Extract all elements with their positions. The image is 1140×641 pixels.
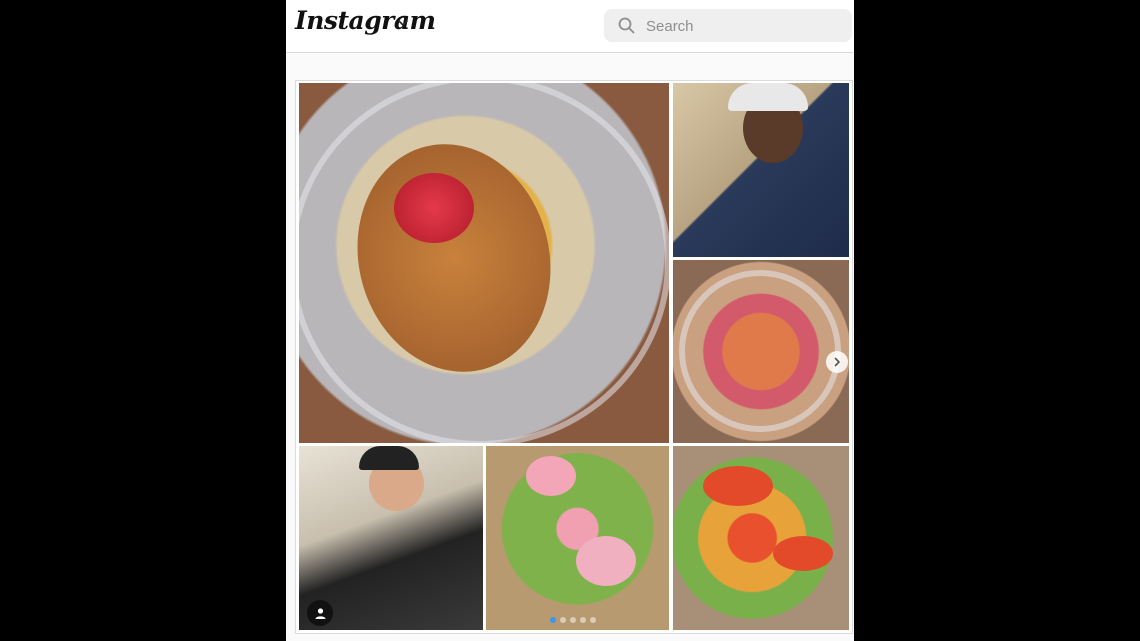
carousel-dot xyxy=(550,617,556,623)
cap-shape xyxy=(359,446,419,470)
smiling-chef-photo xyxy=(673,83,849,257)
search-input[interactable] xyxy=(644,9,848,44)
fried-soft-shell-crab-photo xyxy=(299,83,669,443)
chevron-right-icon xyxy=(834,357,840,367)
chevron-down-icon[interactable] xyxy=(396,16,410,30)
radish-slice-shape xyxy=(576,536,636,586)
cap-shape xyxy=(728,83,808,111)
carousel-dot xyxy=(570,617,576,623)
plate-rim xyxy=(679,270,841,432)
post-carousel[interactable] xyxy=(295,80,853,634)
carousel-dot xyxy=(590,617,596,623)
user-tag-icon xyxy=(315,607,325,619)
tomato-microgreen-bites-photo xyxy=(673,446,849,630)
search-box[interactable] xyxy=(604,9,852,44)
salad-photo xyxy=(486,446,669,630)
search-icon xyxy=(618,17,635,34)
tomato-slice-shape xyxy=(773,536,833,571)
carousel-dot xyxy=(580,617,586,623)
tagged-users-button[interactable] xyxy=(307,600,333,626)
radish-slice-shape xyxy=(526,456,576,496)
tostada-dish-photo xyxy=(673,260,849,443)
pomegranate-seeds-shape xyxy=(394,173,474,243)
instagram-logo[interactable]: Instagram xyxy=(295,6,436,35)
top-navigation-bar: Instagram xyxy=(286,0,854,53)
carousel-indicator xyxy=(550,617,596,623)
instagram-page: Instagram xyxy=(286,0,854,641)
carousel-dot xyxy=(560,617,566,623)
tomato-slice-shape xyxy=(703,466,773,506)
carousel-next-button[interactable] xyxy=(826,351,848,373)
